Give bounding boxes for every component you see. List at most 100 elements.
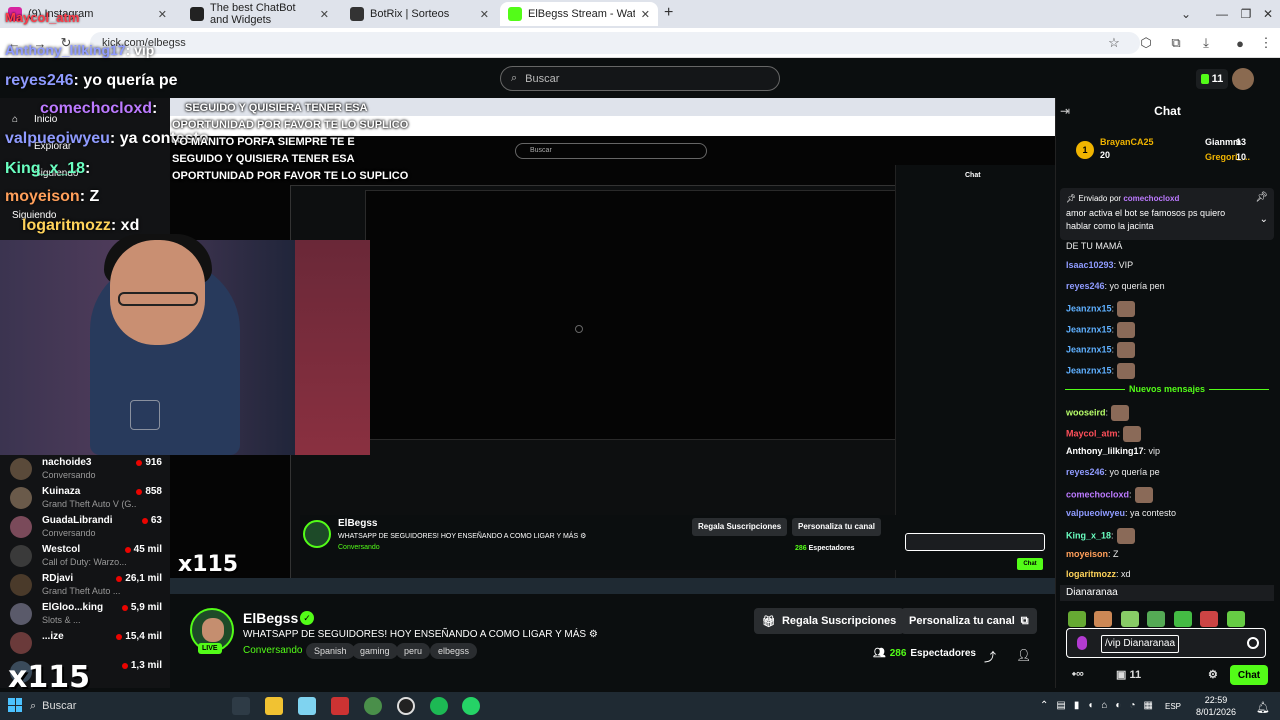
chat-username[interactable]: comechocloxd — [1066, 489, 1129, 499]
profile-icon[interactable]: ● — [1230, 33, 1250, 53]
download-icon[interactable]: ⤓ — [1196, 33, 1216, 53]
notification-icon[interactable]: 🔔︎ — [1256, 701, 1270, 714]
new-messages-divider[interactable]: Nuevos mensajes — [1060, 384, 1274, 394]
follow-user-icon[interactable]: 👤︎ — [1016, 648, 1031, 662]
sidebar-channel[interactable]: GuadaLibrandi Conversando 63 — [6, 513, 166, 543]
channel-points-icon[interactable]: ⬩∞ — [1072, 668, 1084, 681]
emoji-icon[interactable] — [1247, 637, 1259, 649]
minimize-icon[interactable]: — — [1204, 0, 1240, 28]
system-tray-icons[interactable]: ⌃▤▮◖⌂◐◔▦ — [1040, 700, 1161, 711]
chat-username[interactable]: reyes246 — [1066, 281, 1105, 291]
chat-message[interactable]: Anthony_lilking17: vip — [1066, 446, 1271, 456]
chrome-icon[interactable] — [364, 697, 382, 715]
sidebar-channel[interactable]: ...ize 15,4 mil — [6, 629, 166, 659]
sidebar-channel[interactable]: Kuinaza Grand Theft Auto V (G... 858 — [6, 484, 166, 514]
chat-username[interactable]: moyeison — [1066, 549, 1108, 559]
close-icon[interactable]: ✕ — [480, 8, 489, 21]
share-icon[interactable]: ⤴ — [984, 648, 996, 665]
url-field[interactable]: kick.com/elbegss — [90, 32, 1140, 54]
chevron-down-icon[interactable]: ⌄ — [1168, 0, 1204, 28]
chat-username[interactable]: reyes246 — [1066, 467, 1105, 477]
chat-message[interactable]: Jeanznx15: — [1066, 301, 1271, 317]
chat-message[interactable]: Isaac10293: VIP — [1066, 260, 1271, 270]
chat-message[interactable]: reyes246: yo quería pen — [1066, 281, 1271, 291]
chat-username[interactable]: wooseird — [1066, 407, 1106, 417]
obs-icon[interactable] — [397, 697, 415, 715]
pin-icon[interactable]: 📌︎ — [1255, 192, 1268, 203]
chat-input[interactable]: /vip Dianaranaa — [1066, 628, 1266, 658]
tag-peru[interactable]: peru — [396, 643, 431, 659]
sidebar-channel[interactable]: RDjavi Grand Theft Auto ... 26,1 mil — [6, 571, 166, 601]
close-icon[interactable]: ✕ — [641, 8, 650, 21]
credits-badge[interactable]: 11 — [1196, 69, 1228, 89]
task-view-icon[interactable] — [232, 697, 250, 715]
gear-icon[interactable]: ⚙ — [1208, 668, 1218, 681]
streamer-name[interactable]: ElBegss — [243, 610, 298, 626]
stream-category[interactable]: Conversando — [243, 645, 302, 656]
subs-count[interactable]: ▣ 11 — [1116, 668, 1141, 681]
sidebar-channel[interactable]: nachoide3 Conversando 916 — [6, 455, 166, 485]
tab-botrix[interactable]: BotRix | Sorteos ✕ — [342, 2, 497, 26]
chat-message[interactable]: valpueoiwyeu: ya contesto — [1066, 508, 1271, 518]
close-window-icon[interactable]: ✕ — [1256, 0, 1280, 28]
star-icon[interactable]: ☆ — [1104, 33, 1124, 53]
app-icon[interactable] — [331, 697, 349, 715]
avatar[interactable] — [1232, 68, 1254, 90]
tag-elbegss[interactable]: elbegss — [430, 643, 478, 659]
chat-username[interactable]: Jeanznx15 — [1066, 303, 1112, 313]
tab-kick[interactable]: ElBegss Stream - Watch Live o ✕ — [500, 2, 658, 26]
emote-icon[interactable] — [1094, 610, 1113, 627]
extension-icon[interactable]: ⬡ — [1136, 33, 1156, 53]
chat-send-button[interactable]: Chat — [1230, 665, 1268, 685]
pinned-message[interactable]: 📌︎ Enviado por comechocloxd amor activa … — [1060, 188, 1274, 240]
close-icon[interactable]: ✕ — [320, 8, 329, 21]
user-suggestion[interactable]: Dianaranaa — [1060, 585, 1274, 601]
sidebar-channel[interactable]: Westcol Call of Duty: Warzo... 45 mil — [6, 542, 166, 572]
chat-username[interactable]: Jeanznx15 — [1066, 324, 1112, 334]
customize-channel-button[interactable]: Personaliza tu canal ⧉ — [901, 608, 1037, 634]
whatsapp-icon[interactable] — [462, 697, 480, 715]
file-explorer-icon[interactable] — [265, 697, 283, 715]
emote-icon[interactable] — [1147, 610, 1166, 627]
close-icon[interactable]: ✕ — [158, 8, 167, 21]
chat-message[interactable]: moyeison: Z — [1066, 549, 1271, 559]
notepad-icon[interactable] — [298, 697, 316, 715]
emote-icon[interactable] — [1120, 610, 1139, 627]
chat-message[interactable]: comechocloxd: — [1066, 487, 1271, 503]
sidebar-channel[interactable]: ElGloo...king Slots & ... 5,9 mil — [6, 600, 166, 630]
chat-username[interactable]: Jeanznx15 — [1066, 365, 1112, 375]
chat-message[interactable]: Maycol_atm: — [1066, 425, 1271, 442]
chat-username[interactable]: logaritmozz — [1066, 569, 1116, 579]
chat-username[interactable]: Maycol_atm — [1066, 428, 1118, 438]
tab-chatbot[interactable]: The best ChatBot and Widgets ✕ — [182, 2, 337, 26]
chat-message[interactable]: reyes246: yo quería pe — [1066, 467, 1271, 477]
emote-icon[interactable] — [1068, 610, 1086, 627]
emote-icon[interactable] — [1200, 610, 1219, 627]
maximize-icon[interactable]: ❐ — [1236, 0, 1256, 28]
taskbar-search[interactable]: ⌕ Buscar — [30, 697, 170, 715]
chevron-down-icon[interactable]: ⌄ — [1260, 214, 1268, 225]
chat-message[interactable]: wooseird: — [1066, 405, 1271, 421]
menu-icon[interactable]: ⋮ — [1256, 33, 1276, 53]
windows-start-icon[interactable] — [8, 698, 22, 712]
chat-username[interactable]: Isaac10293 — [1066, 260, 1114, 270]
emote-icon[interactable] — [1226, 610, 1245, 627]
clock[interactable]: 22:59 8/01/2026 — [1196, 694, 1236, 718]
chat-username[interactable]: Anthony_lilking17 — [1066, 446, 1144, 456]
chat-message[interactable]: Jeanznx15: — [1066, 362, 1271, 379]
mic-icon[interactable] — [1077, 636, 1087, 650]
puzzle-icon[interactable]: ⧉ — [1166, 33, 1186, 53]
chat-username[interactable]: Jeanznx15 — [1066, 344, 1112, 354]
chat-message[interactable]: Jeanznx15: — [1066, 342, 1271, 358]
chat-message[interactable]: logaritmozz: xd — [1066, 569, 1271, 579]
chat-username[interactable]: King_x_18 — [1066, 530, 1111, 540]
chat-message[interactable]: Jeanznx15: — [1066, 321, 1271, 338]
chat-username[interactable]: valpueoiwyeu — [1066, 508, 1125, 518]
new-tab-button[interactable]: + — [664, 4, 673, 22]
tag-gaming[interactable]: gaming — [352, 643, 398, 659]
emote-icon[interactable] — [1173, 610, 1192, 627]
language-indicator[interactable]: ESP — [1165, 702, 1181, 711]
tag-spanish[interactable]: Spanish — [306, 643, 355, 659]
chat-message[interactable]: King_x_18: — [1066, 528, 1271, 544]
search-input[interactable]: ⌕ Buscar — [500, 66, 780, 91]
